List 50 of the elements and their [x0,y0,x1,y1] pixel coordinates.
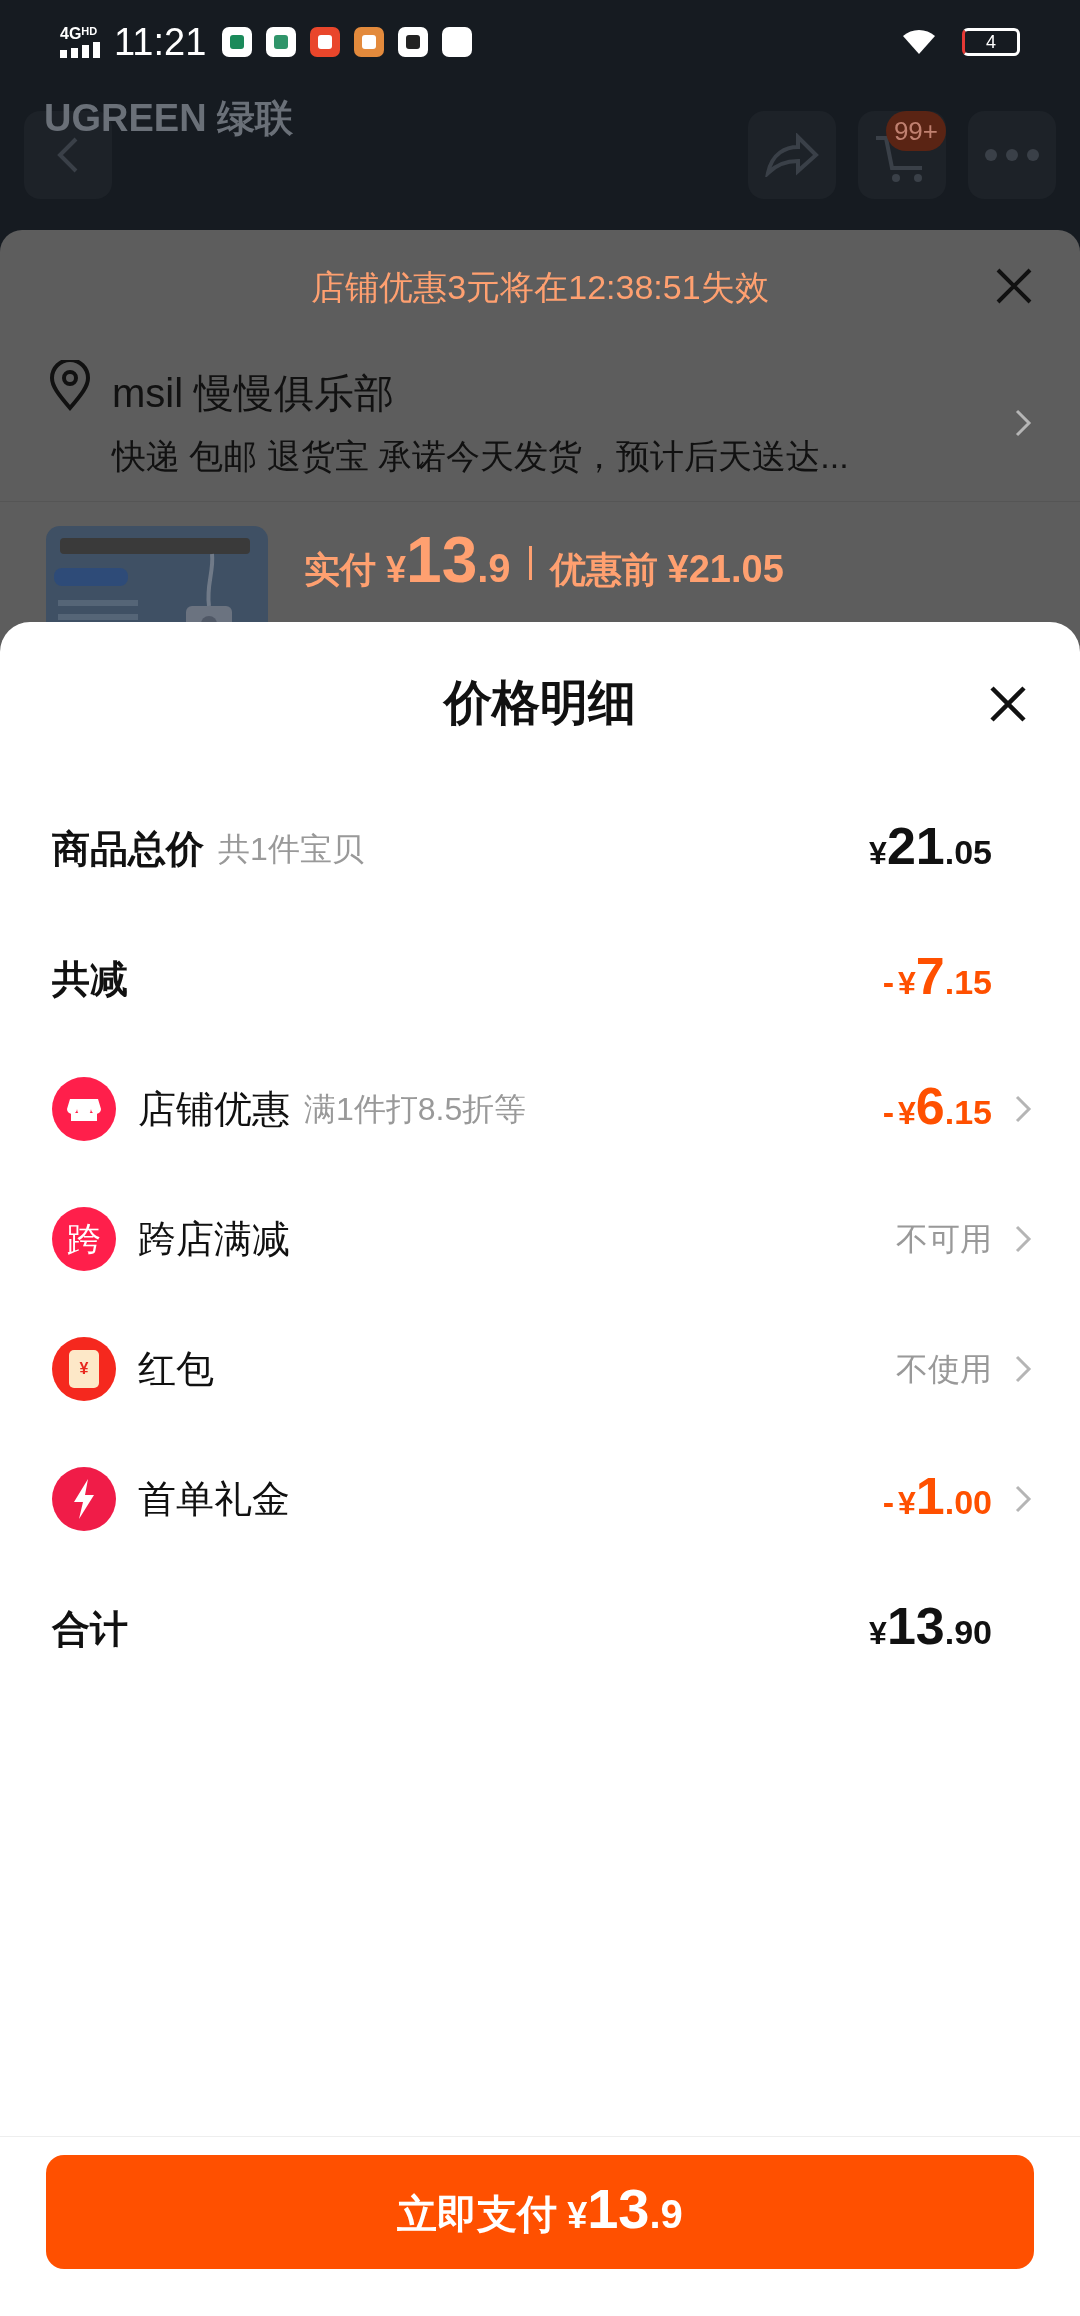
location-pin-icon [48,360,92,412]
row-note: 满1件打8.5折等 [304,1090,527,1129]
more-button[interactable] [968,111,1056,199]
pay-now-button[interactable]: 立即支付 ¥13.9 [46,2155,1034,2269]
row-label: 红包 [138,1346,214,1392]
paid-price: ¥13.9 [386,528,511,598]
row-label: 共减 [52,956,128,1002]
paid-label: 实付 [304,548,376,592]
price-amount: -¥7.15 [882,950,992,1007]
delivery-info: 快递 包邮 退货宝 承诺今天发货，预计后天送达... [112,436,850,477]
chevron-right-icon [1014,1094,1032,1124]
cart-button[interactable]: 99+ [858,111,946,199]
price-amount: -¥1.00 [882,1470,992,1527]
status-time: 11:21 [114,19,207,65]
coupon-countdown: 店铺优惠3元将在12:38:51失效 [311,266,769,308]
row-label: 首单礼金 [138,1476,290,1522]
cart-count-badge: 99+ [885,111,946,151]
brand-logo: UGREEN 绿联 [44,96,294,141]
original-label: 优惠前 [549,548,658,592]
chevron-right-icon [1014,1354,1032,1384]
close-icon [996,268,1032,304]
sheet-title: 价格明细 [444,675,636,731]
signal-icon [60,42,102,58]
price-amount: ¥21.05 [869,820,992,877]
share-icon [764,133,820,177]
battery-icon: 4 [962,28,1020,56]
row-label: 跨店满减 [138,1216,290,1262]
chevron-right-icon [1014,407,1032,438]
chevron-right-icon [1014,1224,1032,1254]
close-icon [990,686,1026,722]
row-label: 合计 [52,1606,128,1652]
lightning-icon [52,1467,116,1531]
price-amount: ¥13.90 [869,1600,992,1657]
close-button[interactable] [988,684,1028,724]
envelope-icon: ¥ [52,1337,116,1401]
wifi-icon [902,28,936,56]
row-label: 店铺优惠 [138,1086,290,1132]
row-status: 不可用 [896,1220,992,1259]
address-name: msil 慢慢俱乐部 [112,370,396,417]
cross-store-icon: 跨 [52,1207,116,1271]
row-status: 不使用 [896,1350,992,1389]
chevron-right-icon [1014,1484,1032,1514]
share-button[interactable] [748,111,836,199]
back-icon [56,135,80,175]
more-icon [984,148,1040,162]
row-label: 商品总价 [52,826,204,872]
price-amount: -¥6.15 [882,1080,992,1137]
original-price: ¥21.05 [667,547,784,592]
row-note: 共1件宝贝 [218,830,364,869]
store-icon [52,1077,116,1141]
